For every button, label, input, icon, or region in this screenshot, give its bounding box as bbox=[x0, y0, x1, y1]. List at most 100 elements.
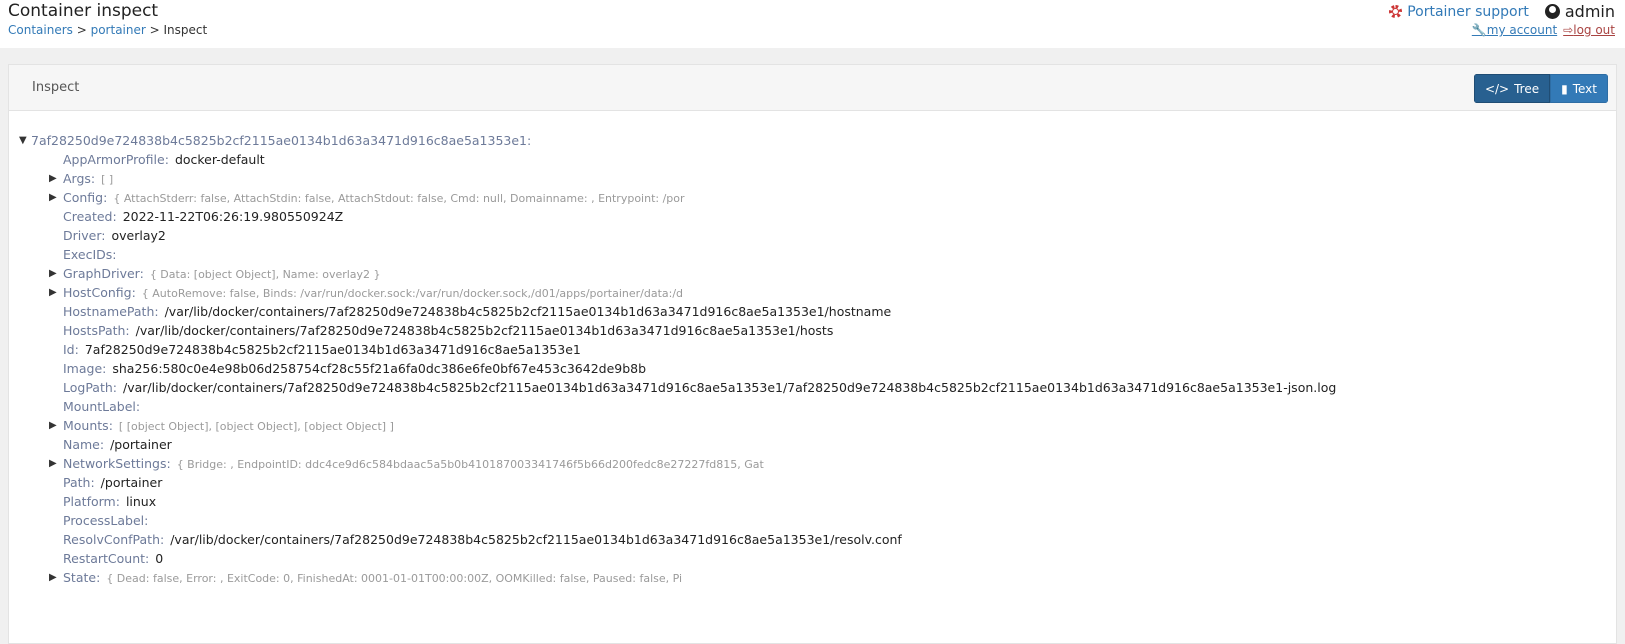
caret-right-icon[interactable]: ▶ bbox=[49, 264, 57, 283]
root-key: 7af28250d9e724838b4c5825b2cf2115ae0134b1… bbox=[31, 133, 532, 148]
node-value: 2022-11-22T06:26:19.980550924Z bbox=[122, 209, 344, 224]
sign-out-icon: ⇨ bbox=[1563, 23, 1574, 37]
tree-node: Path: /portainer bbox=[63, 473, 162, 492]
user-menu: admin bbox=[1544, 2, 1615, 21]
node-preview: [ [object Object], [object Object], [obj… bbox=[118, 420, 394, 433]
breadcrumb-containers[interactable]: Containers bbox=[8, 23, 73, 37]
node-value: overlay2 bbox=[111, 228, 166, 243]
tree-node[interactable]: ▶ NetworkSettings: { Bridge: , EndpointID:… bbox=[49, 454, 764, 474]
tree-node: LogPath: /var/lib/docker/containers/7af28… bbox=[63, 378, 1336, 397]
node-preview: { Bridge: , EndpointID: ddc4ce9d6c584bda… bbox=[176, 458, 764, 471]
caret-right-icon[interactable]: ▶ bbox=[49, 454, 57, 473]
node-key: ExecIDs: bbox=[63, 247, 117, 262]
node-key: State: bbox=[63, 570, 101, 585]
node-preview: { AttachStderr: false, AttachStdin: fals… bbox=[113, 192, 685, 205]
tree-node: AppArmorProfile: docker-default bbox=[63, 150, 265, 169]
node-value: linux bbox=[125, 494, 157, 509]
log-out-label: log out bbox=[1573, 23, 1615, 37]
wrench-icon: 🔧 bbox=[1471, 23, 1487, 37]
my-account-link[interactable]: 🔧my account bbox=[1472, 23, 1557, 37]
node-key: Image: bbox=[63, 361, 107, 376]
node-key: HostnamePath: bbox=[63, 304, 159, 319]
page-title: Container inspect bbox=[8, 1, 159, 21]
caret-down-icon[interactable]: ▼ bbox=[19, 131, 27, 150]
tree-node: Id: 7af28250d9e724838b4c5825b2cf2115ae013… bbox=[63, 340, 581, 359]
node-key: Driver: bbox=[63, 228, 106, 243]
user-circle-icon bbox=[1544, 4, 1560, 19]
code-icon: </> bbox=[1484, 81, 1510, 96]
node-key: Path: bbox=[63, 475, 95, 490]
tree-view-button[interactable]: </> Tree bbox=[1473, 74, 1551, 103]
tree-node: ExecIDs: bbox=[63, 245, 123, 264]
node-key: Name: bbox=[63, 437, 105, 452]
node-key: Mounts: bbox=[63, 418, 113, 433]
tree-node: Created: 2022-11-22T06:26:19.980550924Z bbox=[63, 207, 343, 226]
file-icon: ▮ bbox=[1561, 81, 1568, 96]
node-value: 7af28250d9e724838b4c5825b2cf2115ae0134b1… bbox=[84, 342, 581, 357]
node-key: ResolvConfPath: bbox=[63, 532, 165, 547]
node-value: sha256:580c0e4e98b06d258754cf28c55f21a6f… bbox=[112, 361, 647, 376]
top-bar: Container inspect Containers > portainer… bbox=[0, 0, 1625, 48]
caret-right-icon[interactable]: ▶ bbox=[49, 283, 57, 302]
node-preview: { Data: [object Object], Name: overlay2 … bbox=[149, 268, 381, 281]
my-account-label: my account bbox=[1486, 23, 1558, 37]
tree-node: Driver: overlay2 bbox=[63, 226, 166, 245]
node-preview: { AutoRemove: false, Binds: /var/run/doc… bbox=[141, 287, 684, 300]
node-key: HostConfig: bbox=[63, 285, 136, 300]
text-label: Text bbox=[1572, 81, 1597, 96]
tree-node: Name: /portainer bbox=[63, 435, 172, 454]
tree-node: RestartCount: 0 bbox=[63, 549, 163, 568]
caret-right-icon[interactable]: ▶ bbox=[49, 169, 57, 188]
node-value: /portainer bbox=[100, 475, 163, 490]
tree-node: Image: sha256:580c0e4e98b06d258754cf28c55… bbox=[63, 359, 646, 378]
node-value: /var/lib/docker/containers/7af28250d9e72… bbox=[164, 304, 892, 319]
node-value: /var/lib/docker/containers/7af28250d9e72… bbox=[170, 532, 902, 547]
breadcrumb-portainer[interactable]: portainer bbox=[91, 23, 146, 37]
tree-node[interactable]: ▶ State: { Dead: false, Error: , ExitCode:… bbox=[49, 568, 683, 588]
tree-node: Platform: linux bbox=[63, 492, 156, 511]
breadcrumb-current: Inspect bbox=[163, 23, 208, 37]
view-toggle: </> Tree ▮ Text bbox=[1473, 74, 1608, 103]
tree-node: HostnamePath: /var/lib/docker/containers/… bbox=[63, 302, 891, 321]
node-key: ProcessLabel: bbox=[63, 513, 149, 528]
username: admin bbox=[1564, 2, 1615, 21]
node-value: /portainer bbox=[110, 437, 172, 452]
node-value: docker-default bbox=[174, 152, 265, 167]
caret-right-icon[interactable]: ▶ bbox=[49, 568, 57, 587]
tree-node[interactable]: ▶ GraphDriver: { Data: [object Object], Na… bbox=[49, 264, 381, 284]
support-label: Portainer support bbox=[1407, 3, 1529, 20]
node-preview: [ ] bbox=[101, 173, 114, 186]
tree-node: HostsPath: /var/lib/docker/containers/7af… bbox=[63, 321, 833, 340]
tree-node[interactable]: ▶ Args: [ ] bbox=[49, 169, 114, 189]
node-key: GraphDriver: bbox=[63, 266, 144, 281]
caret-right-icon[interactable]: ▶ bbox=[49, 416, 57, 435]
tree-node[interactable]: ▶ Mounts: [ [object Object], [object Objec… bbox=[49, 416, 394, 436]
breadcrumb: Containers > portainer > Inspect bbox=[8, 23, 208, 37]
node-key: LogPath: bbox=[63, 380, 117, 395]
text-view-button[interactable]: ▮ Text bbox=[1550, 74, 1608, 103]
tree-node[interactable]: ▶ Config: { AttachStderr: false, AttachStd… bbox=[49, 188, 685, 208]
node-key: Args: bbox=[63, 171, 96, 186]
node-key: Config: bbox=[63, 190, 108, 205]
panel-header: Inspect </> Tree ▮ Text bbox=[9, 65, 1616, 111]
node-value: /var/lib/docker/containers/7af28250d9e72… bbox=[135, 323, 834, 338]
tree-label: Tree bbox=[1514, 81, 1540, 96]
node-key: NetworkSettings: bbox=[63, 456, 171, 471]
node-key: Created: bbox=[63, 209, 117, 224]
panel-title: Inspect bbox=[32, 80, 80, 95]
node-key: MountLabel: bbox=[63, 399, 141, 414]
node-preview: { Dead: false, Error: , ExitCode: 0, Fin… bbox=[106, 572, 683, 585]
support-link[interactable]: Portainer support bbox=[1389, 4, 1529, 20]
node-key: Id: bbox=[63, 342, 79, 357]
node-key: RestartCount: bbox=[63, 551, 150, 566]
tree-node[interactable]: ▶ HostConfig: { AutoRemove: false, Binds: … bbox=[49, 283, 684, 303]
node-value: /var/lib/docker/containers/7af28250d9e72… bbox=[123, 380, 1337, 395]
node-key: AppArmorProfile: bbox=[63, 152, 169, 167]
tree-root[interactable]: ▼ 7af28250d9e724838b4c5825b2cf2115ae0134b… bbox=[19, 131, 532, 150]
log-out-link[interactable]: ⇨log out bbox=[1563, 23, 1615, 37]
caret-right-icon[interactable]: ▶ bbox=[49, 188, 57, 207]
tree-node: MountLabel: bbox=[63, 397, 146, 416]
tree-node: ResolvConfPath: /var/lib/docker/container… bbox=[63, 530, 902, 549]
life-ring-icon bbox=[1389, 5, 1403, 18]
inspect-panel: Inspect </> Tree ▮ Text ▼ 7af28250d9e724838… bbox=[8, 64, 1617, 644]
